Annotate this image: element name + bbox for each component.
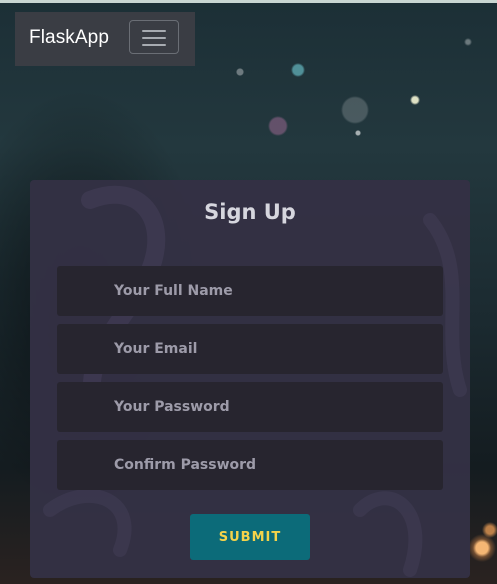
signup-card: Sign Up SUBMIT <box>30 180 470 578</box>
submit-button[interactable]: SUBMIT <box>190 514 310 560</box>
form-title: Sign Up <box>204 200 296 224</box>
password-input[interactable] <box>57 382 443 432</box>
hamburger-menu-icon-middle <box>142 37 166 39</box>
hamburger-menu-icon-bottom <box>142 44 166 46</box>
navbar: FlaskApp <box>15 12 195 66</box>
confirm-password-input[interactable] <box>57 440 443 490</box>
top-edge-line <box>0 0 497 3</box>
hamburger-menu-icon <box>142 30 166 32</box>
navbar-toggle-button[interactable] <box>129 20 179 54</box>
navbar-brand[interactable]: FlaskApp <box>29 27 109 49</box>
email-input[interactable] <box>57 324 443 374</box>
full-name-input[interactable] <box>57 266 443 316</box>
